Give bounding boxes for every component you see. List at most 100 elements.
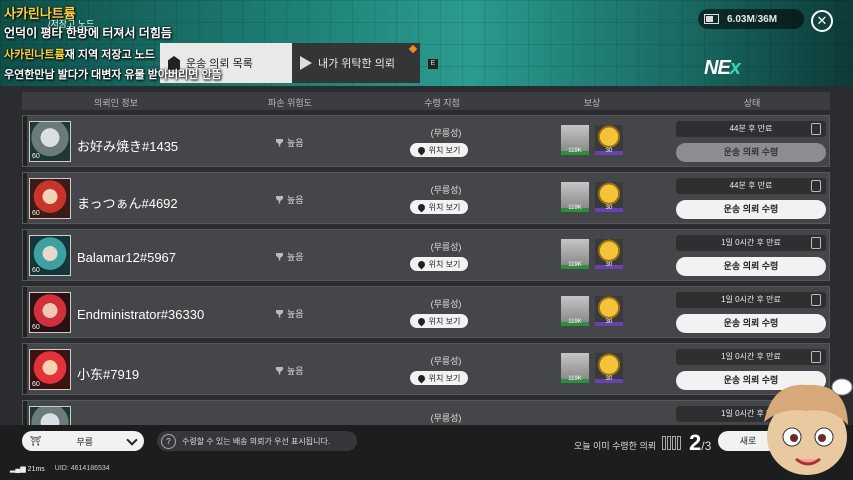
request-row: 60 お好み焼き#1435 높음 (무릉성) 위치 보기 119K 30 44분 후 만료… bbox=[22, 115, 830, 167]
tab-my-requests[interactable]: 내가 위탁한 의뢰 bbox=[292, 43, 420, 83]
streamer-avatar-overlay bbox=[764, 378, 853, 475]
accept-request-button[interactable]: 운송 의뢰 수령 bbox=[676, 143, 826, 162]
col-header: 수령 지점 bbox=[424, 98, 460, 108]
col-header: 파손 위험도 bbox=[268, 98, 312, 108]
client-name: Endministrator#36330 bbox=[77, 307, 205, 322]
risk-label: 높음 bbox=[287, 252, 304, 262]
game-logo: NEx bbox=[704, 57, 741, 79]
expiry-timer: 1일 0시간 후 만료 bbox=[676, 292, 826, 308]
today-count-label: 오늘 이미 수령한 의뢰 bbox=[574, 441, 657, 451]
view-location-button[interactable]: 위치 보기 bbox=[410, 143, 468, 157]
expiry-timer: 44분 후 만료 bbox=[676, 121, 826, 137]
currency-icon bbox=[704, 14, 719, 24]
reward-item[interactable]: 119K bbox=[561, 182, 589, 212]
accept-request-button[interactable]: 운송 의뢰 수령 bbox=[676, 257, 826, 276]
reward-amount: 119K bbox=[568, 319, 582, 325]
damage-risk: 높음 bbox=[276, 193, 304, 206]
expiry-timer: 1일 0시간 후 만료 bbox=[676, 235, 826, 251]
client-avatar[interactable]: 60 bbox=[29, 178, 71, 219]
row-accent bbox=[23, 287, 27, 337]
chat-message: 언덕이 평타 한방에 터져서 더힘듬 bbox=[4, 26, 172, 40]
reward-item[interactable]: 119K bbox=[561, 239, 589, 269]
request-row: 60 Endministrator#36330 높음 (무릉성) 위치 보기 119K … bbox=[22, 286, 830, 338]
today-count-current: 2 bbox=[689, 430, 702, 455]
client-level: 60 bbox=[32, 267, 40, 274]
view-location-button[interactable]: 위치 보기 bbox=[410, 257, 468, 271]
chat-line-2: 언덕이 평타 한방에 터져서 더힘듬 bbox=[4, 24, 172, 41]
report-icon[interactable] bbox=[811, 237, 821, 249]
view-location-button[interactable]: 위치 보기 bbox=[410, 371, 468, 385]
forward-icon bbox=[300, 56, 312, 70]
risk-label: 높음 bbox=[287, 138, 304, 148]
destination: (무릉성) bbox=[430, 185, 462, 195]
reward-item[interactable]: 119K bbox=[561, 125, 589, 155]
client-avatar[interactable]: 60 bbox=[29, 349, 71, 390]
reward-coin[interactable]: 30 bbox=[595, 182, 623, 212]
client-avatar[interactable]: 60 bbox=[29, 121, 71, 162]
chat-line-3: 사카린나트륨재 지역 저장고 노드 bbox=[4, 46, 155, 62]
view-location-label: 위치 보기 bbox=[428, 145, 461, 155]
status-bar: ▂▄▆ 21ms UID: 4614186534 bbox=[10, 465, 110, 473]
damage-risk: 높음 bbox=[276, 136, 304, 149]
reward-item[interactable]: 119K bbox=[561, 296, 589, 326]
location-pin-icon bbox=[416, 202, 427, 212]
request-row: 60 小东#7919 높음 (무릉성) 위치 보기 119K 30 1일 0시간 후 만료… bbox=[22, 343, 830, 395]
reward-coin[interactable]: 30 bbox=[595, 296, 623, 326]
destination: (무릉성) bbox=[430, 128, 462, 138]
client-avatar[interactable]: 60 bbox=[29, 235, 71, 276]
accept-request-button[interactable]: 운송 의뢰 수령 bbox=[676, 314, 826, 333]
report-icon[interactable] bbox=[811, 294, 821, 306]
client-level: 60 bbox=[32, 324, 40, 331]
reward-coin[interactable]: 30 bbox=[595, 239, 623, 269]
trophy-icon bbox=[276, 366, 283, 375]
damage-risk: 높음 bbox=[276, 250, 304, 263]
risk-label: 높음 bbox=[287, 195, 304, 205]
client-name: 小东#7919 bbox=[77, 367, 140, 382]
reward-amount: 119K bbox=[568, 376, 582, 382]
report-icon[interactable] bbox=[811, 180, 821, 192]
view-location-label: 위치 보기 bbox=[428, 373, 461, 383]
region-filter-dropdown[interactable]: ⛩ 무릉 bbox=[22, 431, 144, 451]
table-header: 의뢰인 정보 파손 위험도 수령 지점 보상 상태 bbox=[22, 92, 830, 110]
trophy-icon bbox=[276, 309, 283, 318]
client-level: 60 bbox=[32, 153, 40, 160]
currency-max: 36M bbox=[757, 13, 778, 25]
client-name: お好み焼き#1435 bbox=[77, 139, 179, 154]
close-icon: ✕ bbox=[816, 13, 828, 28]
help-icon[interactable]: ? bbox=[161, 433, 176, 449]
chat-message: 재 지역 저장고 노드 bbox=[64, 49, 155, 61]
destination: (무릉성) bbox=[430, 242, 462, 252]
priority-notice: ? 수령할 수 있는 배송 의뢰가 우선 표시됩니다. bbox=[157, 431, 357, 451]
filter-icon: ⛩ bbox=[30, 435, 42, 446]
report-icon[interactable] bbox=[811, 123, 821, 135]
destination: (무릉성) bbox=[430, 413, 462, 423]
damage-risk: 높음 bbox=[276, 364, 304, 377]
trophy-icon bbox=[276, 138, 283, 147]
reward-item[interactable]: 119K bbox=[561, 353, 589, 383]
today-count: 2/3 bbox=[689, 430, 711, 456]
trophy-icon bbox=[276, 195, 283, 204]
report-icon[interactable] bbox=[811, 351, 821, 363]
close-button[interactable]: ✕ bbox=[811, 10, 833, 32]
filter-value: 무릉 bbox=[76, 436, 93, 447]
location-pin-icon bbox=[416, 259, 427, 269]
risk-label: 높음 bbox=[287, 309, 304, 319]
reward-amount: 119K bbox=[568, 262, 582, 268]
reward-coin[interactable]: 30 bbox=[595, 125, 623, 155]
chat-name: 사카린나트륨 bbox=[4, 49, 65, 61]
today-count-total: /3 bbox=[701, 439, 712, 453]
view-location-button[interactable]: 위치 보기 bbox=[410, 200, 468, 214]
uid-display: UID: 4614186534 bbox=[54, 465, 110, 472]
ping-display: ▂▄▆ 21ms bbox=[10, 466, 45, 473]
accept-request-button[interactable]: 운송 의뢰 수령 bbox=[676, 200, 826, 219]
reward-amount: 30 bbox=[605, 262, 613, 268]
risk-label: 높음 bbox=[287, 366, 304, 376]
view-location-button[interactable]: 위치 보기 bbox=[410, 314, 468, 328]
reward-coin[interactable]: 30 bbox=[595, 353, 623, 383]
view-location-label: 위치 보기 bbox=[428, 259, 461, 269]
row-accent bbox=[23, 344, 27, 394]
col-header: 보상 bbox=[583, 98, 601, 108]
col-header: 의뢰인 정보 bbox=[94, 98, 138, 108]
notice-text: 수령할 수 있는 배송 의뢰가 우선 표시됩니다. bbox=[182, 436, 331, 446]
client-avatar[interactable]: 60 bbox=[29, 292, 71, 333]
